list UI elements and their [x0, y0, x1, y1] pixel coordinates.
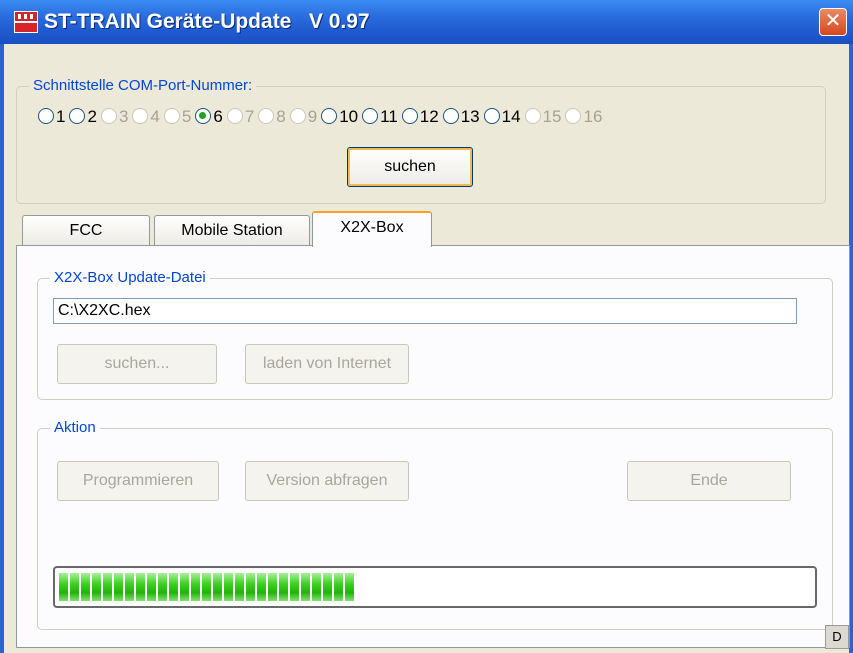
progress-block	[202, 573, 211, 601]
com-port-label: 1	[56, 107, 66, 126]
scroll-stub[interactable]: D	[825, 625, 849, 649]
com-port-label: 10	[339, 107, 359, 126]
browse-file-button[interactable]: suchen...	[57, 344, 217, 384]
progress-block	[268, 573, 277, 601]
progress-block	[147, 573, 156, 601]
progress-block	[103, 573, 112, 601]
title-bar[interactable]: ST-TRAIN Geräte-Update V 0.97 ✕	[0, 0, 853, 44]
tab-x2x-box[interactable]: X2X-Box	[312, 211, 432, 247]
com-port-radio-5[interactable]: 5	[163, 107, 192, 127]
progress-block	[334, 573, 343, 601]
progress-block	[70, 573, 79, 601]
radio-circle-icon	[362, 108, 379, 124]
com-port-radio-10[interactable]: 10	[321, 107, 358, 127]
radio-circle-icon	[163, 108, 180, 124]
version-query-button[interactable]: Version abfragen	[245, 461, 409, 501]
progress-block	[279, 573, 288, 601]
com-port-radio-6[interactable]: 6	[195, 107, 223, 127]
com-port-radio-11[interactable]: 11	[362, 107, 398, 127]
com-port-label: 8	[276, 107, 286, 126]
radio-circle-icon	[442, 108, 459, 124]
progress-bar	[53, 566, 817, 608]
tab-panel-x2x-box: X2X-Box Update-Datei C:\X2XC.hex suchen.…	[16, 245, 850, 648]
com-port-label: 9	[307, 107, 318, 126]
progress-block	[59, 573, 68, 601]
com-port-radio-15[interactable]: 15	[524, 107, 562, 127]
progress-block	[312, 573, 321, 601]
radio-circle-icon	[195, 108, 212, 124]
radio-circle-icon	[132, 108, 149, 124]
com-search-button[interactable]: suchen	[347, 147, 473, 187]
radio-circle-icon	[226, 108, 243, 124]
tab-fcc[interactable]: FCC	[22, 215, 150, 245]
load-from-internet-button[interactable]: laden von Internet	[245, 344, 409, 384]
progress-block	[191, 573, 200, 601]
radio-circle-icon	[524, 108, 541, 124]
tab-mobile-station[interactable]: Mobile Station	[154, 215, 310, 245]
com-port-label: 12	[419, 107, 439, 126]
progress-block	[224, 573, 233, 601]
close-button[interactable]: ✕	[819, 8, 847, 36]
radio-circle-icon	[38, 108, 54, 124]
progress-block	[92, 573, 101, 601]
com-port-label: 11	[380, 107, 398, 126]
com-port-label: 15	[542, 107, 562, 126]
com-port-label: 6	[213, 107, 223, 126]
update-file-legend: X2X-Box Update-Datei	[50, 269, 210, 286]
progress-block	[169, 573, 178, 601]
progress-block	[301, 573, 310, 601]
progress-block	[213, 573, 222, 601]
progress-block	[323, 573, 332, 601]
radio-circle-icon	[565, 108, 582, 124]
progress-block	[125, 573, 134, 601]
progress-block	[246, 573, 255, 601]
radio-circle-icon	[289, 108, 306, 124]
com-port-label: 3	[118, 107, 129, 126]
progress-block	[180, 573, 189, 601]
progress-block	[81, 573, 90, 601]
program-button[interactable]: Programmieren	[57, 461, 219, 501]
com-port-radio-7[interactable]: 7	[226, 107, 255, 127]
com-port-label: 7	[244, 107, 255, 126]
com-port-radio-row: 1 2 3 4 5 6 7 8 9 10 11 12 13 14 15 16	[38, 107, 606, 129]
com-port-radio-1[interactable]: 1	[38, 107, 65, 127]
radio-circle-icon	[321, 108, 338, 124]
com-port-radio-3[interactable]: 3	[100, 107, 129, 127]
file-path-input[interactable]: C:\X2XC.hex	[53, 298, 797, 324]
com-port-legend: Schnittstelle COM-Port-Nummer:	[29, 77, 257, 94]
com-port-radio-16[interactable]: 16	[565, 107, 602, 127]
progress-block	[158, 573, 167, 601]
com-port-label: 14	[501, 107, 521, 126]
radio-circle-icon	[401, 108, 418, 124]
progress-block	[114, 573, 123, 601]
radio-circle-icon	[100, 108, 117, 124]
progress-fill	[59, 573, 811, 601]
action-legend: Aktion	[50, 419, 100, 436]
app-window: ST-TRAIN Geräte-Update V 0.97 ✕ Schnitts…	[0, 0, 853, 653]
app-logo-icon	[14, 11, 38, 33]
com-port-label: 2	[87, 107, 97, 126]
progress-block	[257, 573, 266, 601]
com-port-radio-2[interactable]: 2	[69, 107, 97, 127]
com-port-label: 16	[583, 107, 603, 126]
com-port-label: 4	[150, 107, 160, 126]
progress-block	[136, 573, 145, 601]
com-port-radio-4[interactable]: 4	[132, 107, 160, 127]
progress-block	[290, 573, 299, 601]
radio-circle-icon	[69, 108, 86, 124]
com-port-label: 5	[181, 107, 192, 126]
window-title: ST-TRAIN Geräte-Update V 0.97	[44, 10, 370, 33]
com-port-radio-12[interactable]: 12	[401, 107, 439, 127]
progress-block	[345, 573, 354, 601]
end-button[interactable]: Ende	[627, 461, 791, 501]
window-frame-left	[0, 44, 4, 653]
radio-circle-icon	[258, 108, 275, 124]
com-port-radio-13[interactable]: 13	[442, 107, 480, 127]
com-port-radio-9[interactable]: 9	[289, 107, 318, 127]
com-port-label: 13	[460, 107, 480, 126]
com-port-radio-14[interactable]: 14	[483, 107, 521, 127]
progress-block	[235, 573, 244, 601]
com-port-radio-8[interactable]: 8	[258, 107, 286, 127]
radio-circle-icon	[483, 108, 500, 124]
